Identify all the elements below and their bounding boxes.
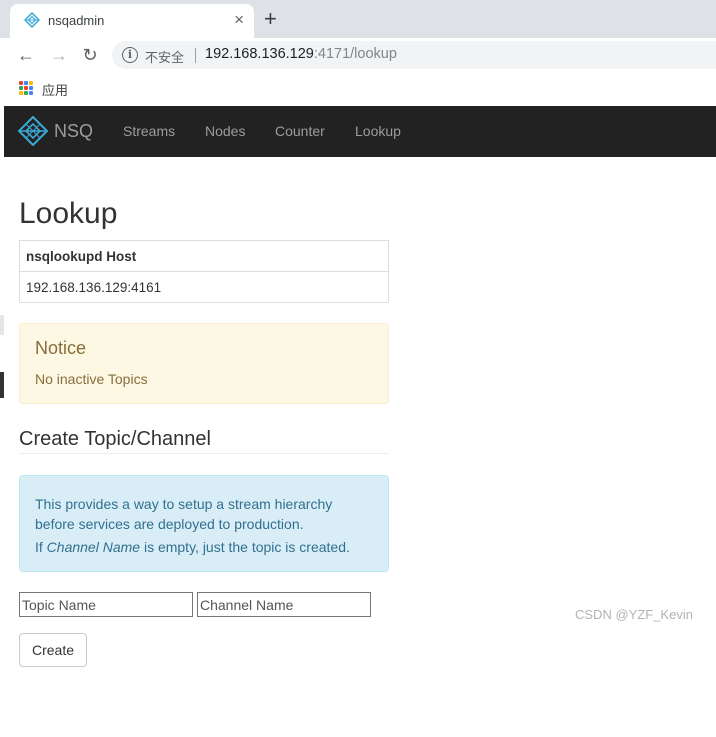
watermark-text: CSDN @YZF_Kevin (575, 607, 693, 622)
nav-link-counter[interactable]: Counter (275, 123, 325, 139)
browser-tab[interactable]: nsqadmin × (10, 4, 254, 38)
host-cell: 192.168.136.129:4161 (19, 271, 389, 303)
bookmarks-bar: 应用 (0, 72, 716, 106)
notice-alert: Notice No inactive Topics (19, 323, 389, 404)
url-host: 192.168.136.129 (205, 46, 314, 62)
nsqadmin-page: NSQ Streams Nodes Counter Lookup Lookup … (4, 106, 716, 737)
info-note-channel-name: Channel Name (46, 539, 141, 555)
apps-bookmark-label[interactable]: 应用 (42, 80, 68, 99)
nsqlookupd-host-table: nsqlookupd Host 192.168.136.129:4161 (19, 240, 389, 303)
create-section-title: Create Topic/Channel (19, 428, 211, 450)
info-icon[interactable]: i (122, 47, 138, 63)
info-note-prefix: If (35, 539, 47, 555)
info-channel-note: If Channel Name is empty, just the topic… (35, 539, 350, 555)
nav-link-lookup[interactable]: Lookup (355, 123, 401, 139)
nav-link-nodes[interactable]: Nodes (205, 123, 245, 139)
url-path: :4171/lookup (313, 46, 397, 62)
create-button[interactable]: Create (19, 633, 87, 667)
browser-toolbar: ← → ↻ i 不安全 192.168.136.129:4171/lookup (0, 38, 716, 72)
url-text[interactable]: 192.168.136.129:4171/lookup (205, 46, 397, 62)
topic-name-input[interactable] (19, 592, 193, 617)
apps-grid-icon[interactable] (19, 81, 33, 95)
create-info-alert: This provides a way to setup a stream hi… (19, 475, 389, 572)
page-title: Lookup (19, 197, 118, 230)
nav-link-streams[interactable]: Streams (123, 123, 175, 139)
section-divider (19, 453, 389, 454)
address-bar[interactable]: i 不安全 192.168.136.129:4171/lookup (112, 41, 716, 69)
forward-button[interactable]: → (47, 43, 71, 67)
channel-name-input[interactable] (197, 592, 371, 617)
brand-name[interactable]: NSQ (54, 121, 93, 142)
table-header-row: nsqlookupd Host (19, 240, 389, 272)
back-button[interactable]: ← (14, 43, 38, 67)
nsq-favicon-icon (24, 12, 40, 28)
table-row: 192.168.136.129:4161 (19, 271, 389, 303)
security-label[interactable]: 不安全 (145, 47, 184, 66)
new-tab-button[interactable]: + (264, 6, 277, 32)
reload-button[interactable]: ↻ (78, 43, 102, 67)
notice-title: Notice (35, 338, 87, 358)
notice-text: No inactive Topics (35, 371, 148, 387)
nsq-logo-icon[interactable] (18, 116, 48, 146)
address-separator (195, 48, 196, 63)
tab-title: nsqadmin (48, 13, 105, 28)
info-note-suffix: is empty, just the topic is created. (140, 539, 350, 555)
table-header-host: nsqlookupd Host (19, 240, 389, 272)
tab-close-icon[interactable]: × (234, 10, 244, 30)
top-navbar: NSQ Streams Nodes Counter Lookup (4, 106, 716, 157)
info-description: This provides a way to setup a stream hi… (35, 496, 333, 532)
browser-tab-strip: nsqadmin × + (0, 0, 716, 38)
